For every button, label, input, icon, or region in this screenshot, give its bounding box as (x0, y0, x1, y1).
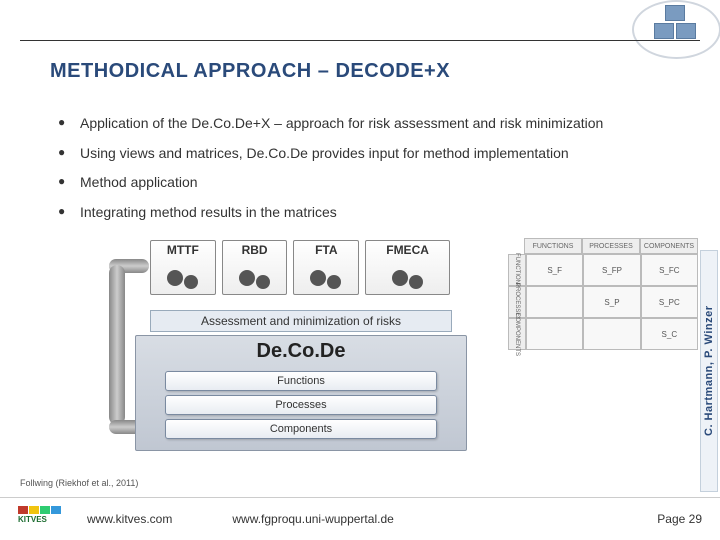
method-box-mttf: MTTF (150, 240, 216, 295)
layer-functions: Functions (165, 371, 437, 391)
method-label: FMECA (386, 243, 429, 257)
layer-processes: Processes (165, 395, 437, 415)
matrix-cell (526, 318, 583, 350)
matrix-cell: S_P (583, 286, 640, 318)
matrix-col-header: FUNCTIONS (524, 238, 582, 254)
decode-label: De.Co.De (257, 340, 346, 363)
assessment-bar: Assessment and minimization of risks (150, 310, 452, 332)
logo-text: KITVES (18, 516, 73, 524)
bullet-item: Application of the De.Co.De+X – approach… (58, 114, 690, 134)
gears-icon (233, 264, 277, 292)
footer: KITVES www.kitves.com www.fgproqu.uni-wu… (0, 497, 720, 540)
gears-icon (304, 264, 348, 292)
matrix-row-header: FUNCTIONS (508, 254, 526, 286)
diagram: MTTF RBD FTA FMECA Assessment and minimi… (110, 235, 480, 485)
matrix-cell (526, 286, 583, 318)
page-number: Page 29 (657, 512, 702, 526)
kitves-logo: KITVES (18, 506, 73, 532)
bullet-item: Integrating method results in the matric… (58, 203, 690, 223)
matrix-cell: S_FC (641, 254, 698, 286)
matrix-cell (583, 318, 640, 350)
bullet-item: Using views and matrices, De.Co.De provi… (58, 144, 690, 164)
matrix-col-header: COMPONENTS (640, 238, 698, 254)
method-box-rbd: RBD (222, 240, 288, 295)
matrix-col-header: PROCESSES (582, 238, 640, 254)
decode-block: De.Co.De Functions Processes Components (135, 335, 467, 451)
gears-icon (161, 264, 205, 292)
method-box-fta: FTA (293, 240, 359, 295)
author-credit: C. Hartmann, P. Winzer (700, 250, 718, 492)
footer-url-2: www.fgproqu.uni-wuppertal.de (232, 512, 393, 526)
slide: METHODICAL APPROACH – DECODE+X Applicati… (0, 0, 720, 540)
matrix-cell: S_PC (641, 286, 698, 318)
divider (20, 40, 700, 41)
gears-icon (386, 264, 430, 292)
org-logo (640, 5, 710, 50)
method-label: RBD (242, 243, 268, 257)
method-label: MTTF (167, 243, 199, 257)
method-label: FTA (315, 243, 337, 257)
matrix-cell: S_C (641, 318, 698, 350)
method-row: MTTF RBD FTA FMECA (150, 240, 450, 295)
matrix-row-header: COMPONENTS (508, 318, 526, 350)
bullet-item: Method application (58, 173, 690, 193)
matrix-cell: S_F (526, 254, 583, 286)
method-box-fmeca: FMECA (365, 240, 450, 295)
footer-url-1: www.kitves.com (87, 512, 172, 526)
bullet-list: Application of the De.Co.De+X – approach… (18, 114, 690, 232)
slide-title: METHODICAL APPROACH – DECODE+X (50, 60, 450, 83)
layer-components: Components (165, 419, 437, 439)
matrix-cell: S_FP (583, 254, 640, 286)
citation: Follwing (Riekhof et al., 2011) (20, 478, 138, 488)
matrix: FUNCTIONS PROCESSES COMPONENTS FUNCTIONS… (508, 238, 698, 408)
